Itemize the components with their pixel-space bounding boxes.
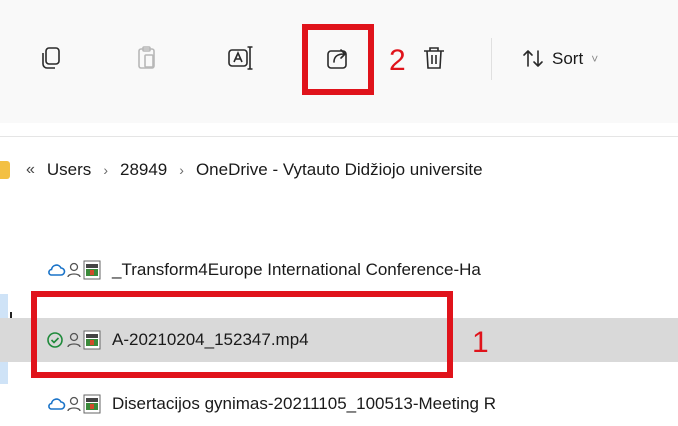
paste-icon [138,46,155,69]
divider [0,136,678,137]
shared-person-icon [67,396,81,412]
sort-label: Sort [552,49,584,68]
file-row[interactable]: _Transform4Europe International Conferen… [0,248,678,292]
rename-icon [228,46,253,70]
breadcrumb: « Users › 28949 › OneDrive - Vytauto Did… [0,152,678,188]
file-name: Disertacijos gynimas-20211105_100513-Mee… [112,394,496,413]
breadcrumb-item-users[interactable]: Users [47,160,91,180]
chevron-right-icon[interactable]: › [103,162,108,178]
paste-button[interactable] [133,44,161,72]
video-file-icon [83,394,101,414]
file-row[interactable]: Disertacijos gynimas-20211105_100513-Mee… [0,382,678,426]
cloud-icon [48,398,66,410]
sort-icon [523,50,543,67]
breadcrumb-item-user-id[interactable]: 28949 [120,160,167,180]
cloud-icon [48,264,66,276]
breadcrumb-item-onedrive[interactable]: OneDrive - Vytauto Didžiojo universite [196,160,483,180]
toolbar-separator [491,38,492,80]
video-file-icon [83,260,101,280]
step-1-label: 1 [472,326,489,359]
step-2-label: 2 [389,44,406,77]
folder-icon [0,161,10,179]
file-highlight-box [31,291,453,378]
delete-button[interactable] [420,44,448,72]
file-name: _Transform4Europe International Conferen… [112,260,481,279]
copy-button[interactable] [37,44,65,72]
share-highlight-box [302,24,374,95]
rename-button[interactable] [226,44,254,72]
breadcrumb-overflow-icon[interactable]: « [26,161,35,179]
delete-icon [424,47,444,69]
sort-button[interactable]: Sort ˅ [520,44,598,74]
copy-icon [42,47,60,69]
chevron-down-icon: ˅ [591,52,599,66]
chevron-right-icon[interactable]: › [179,162,184,178]
shared-person-icon [67,262,81,278]
